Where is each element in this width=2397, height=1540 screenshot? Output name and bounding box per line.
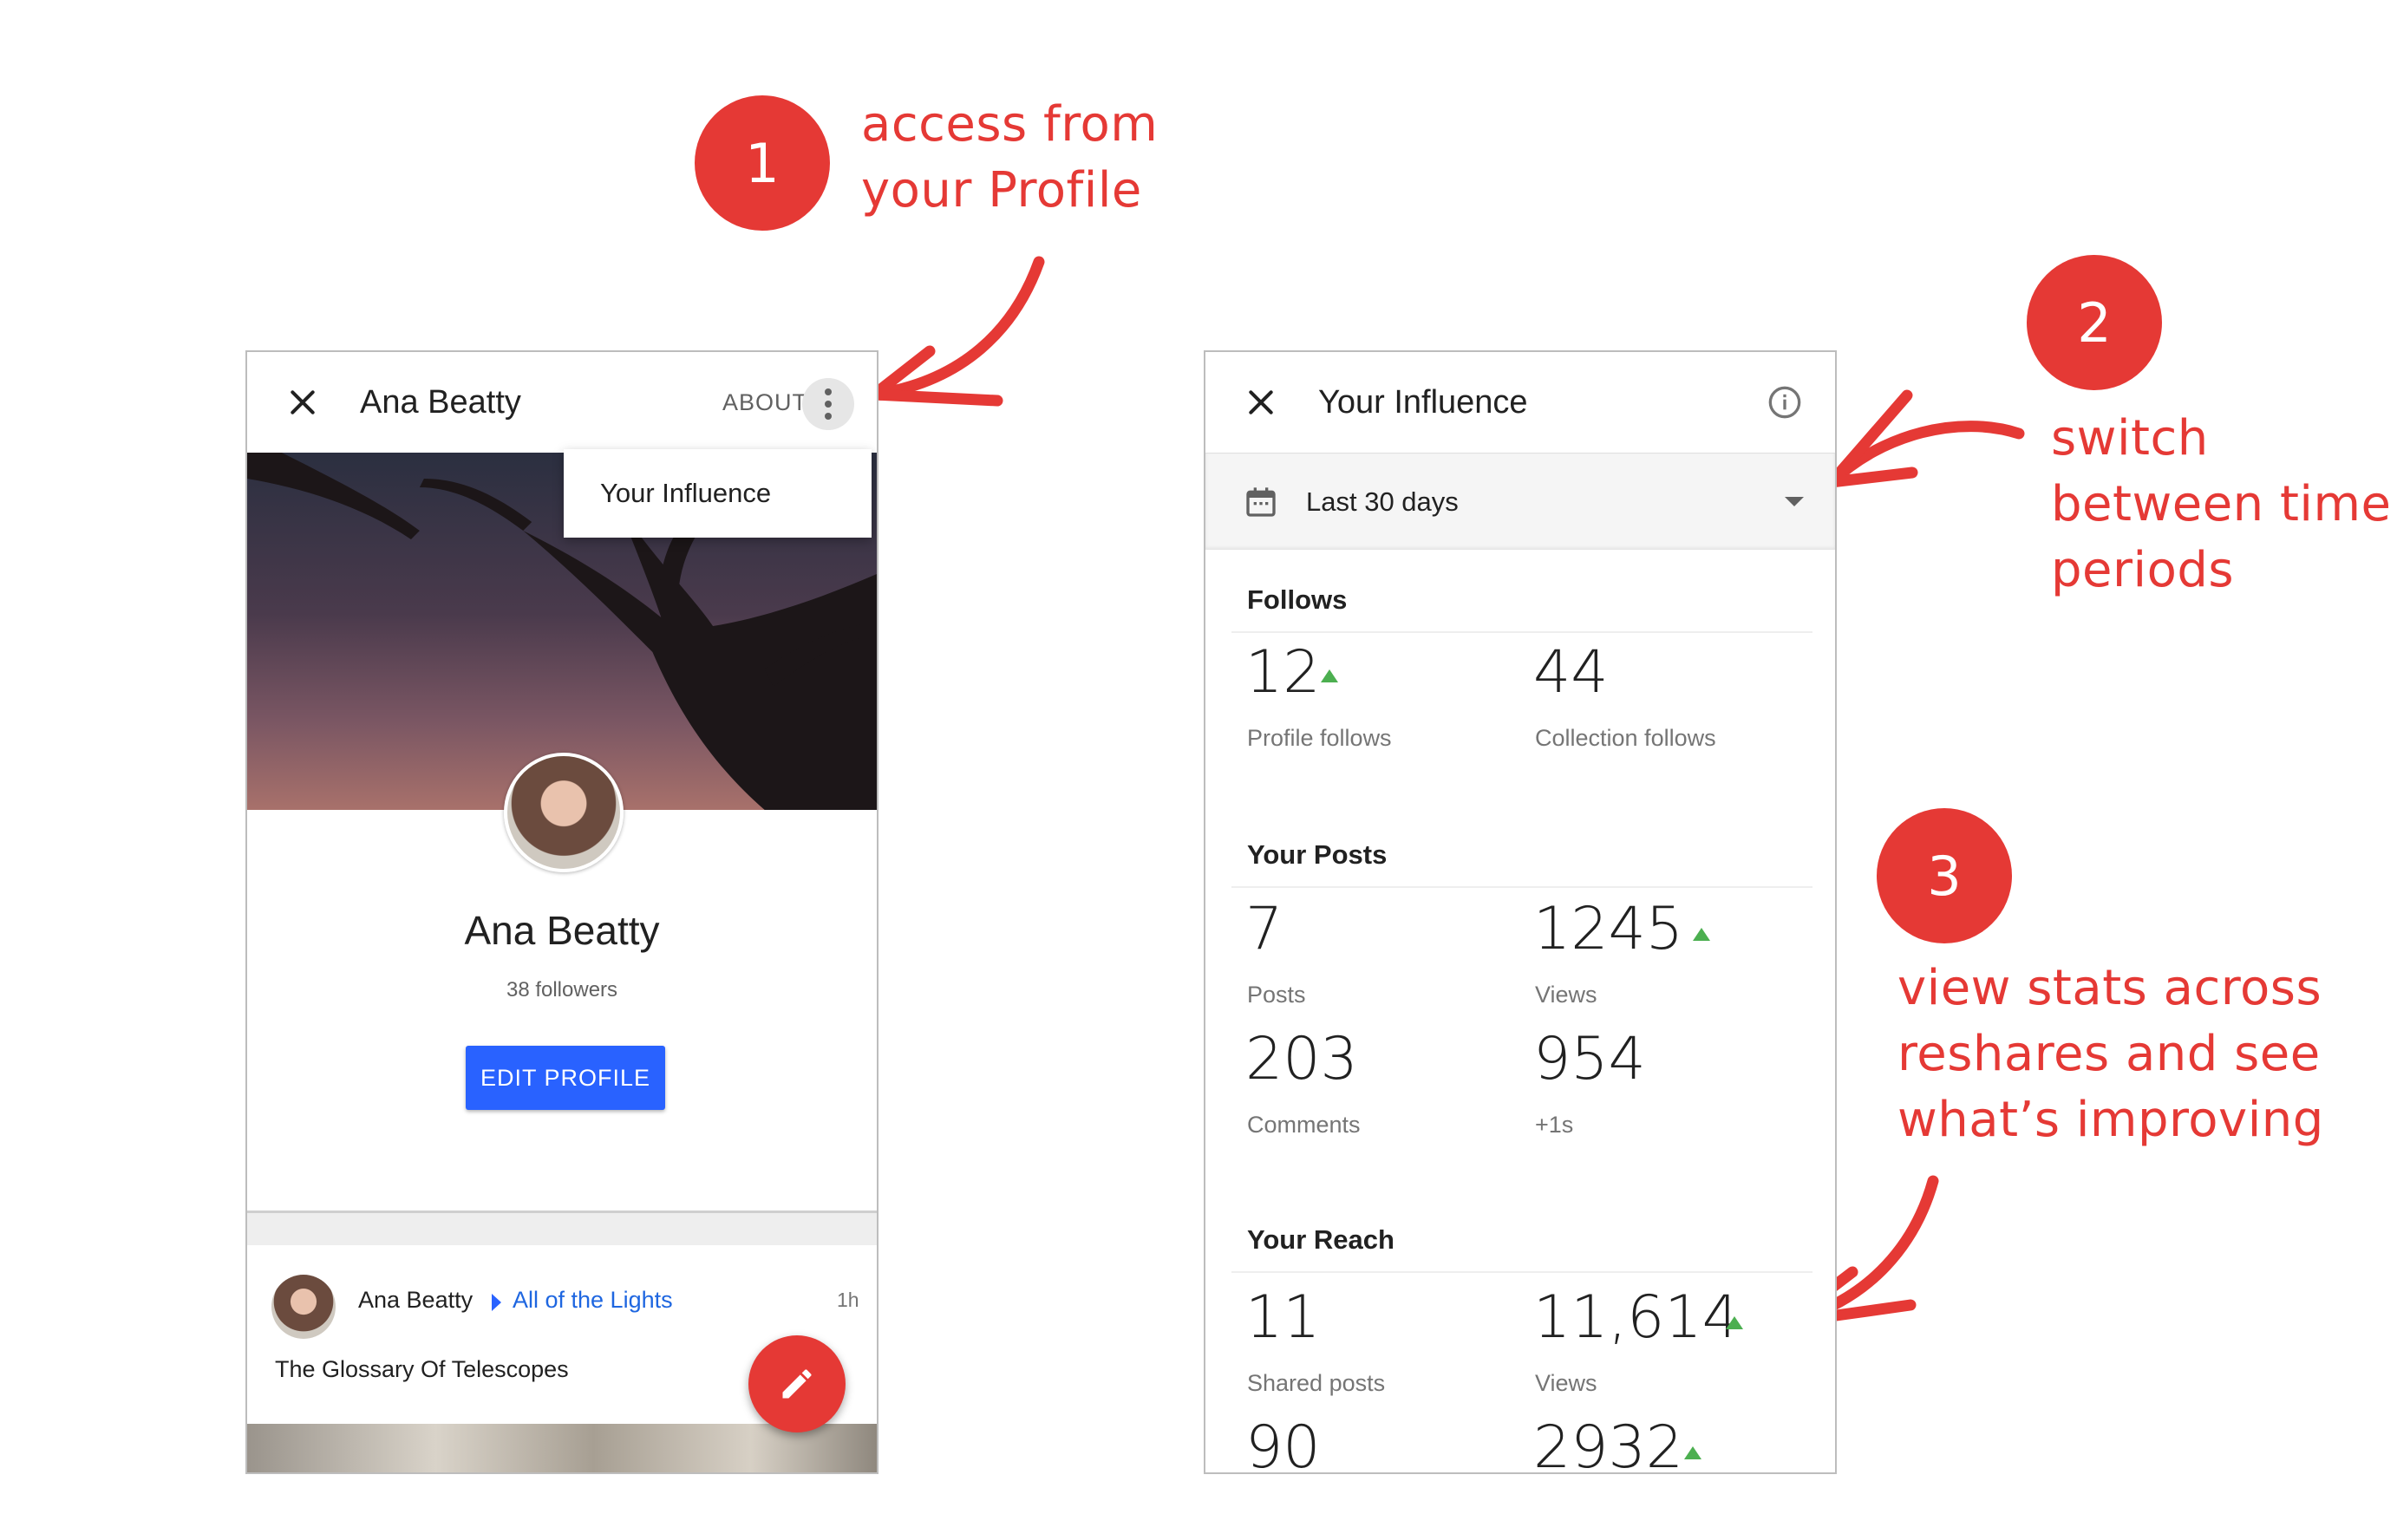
follower-count: 38 followers — [506, 978, 618, 1002]
stat-reach-extra-2-value: 2932 — [1533, 1413, 1684, 1474]
influence-title: Your Influence — [1318, 384, 1528, 421]
time-range-selector[interactable]: Last 30 days — [1205, 453, 1835, 550]
edit-pencil-icon — [782, 1369, 812, 1399]
annotation-caption-1: access from your Profile — [861, 96, 1159, 219]
profile-screen: Ana Beatty ABOUT Your Influence Ana Beat… — [245, 350, 878, 1474]
post-timestamp: 1h — [837, 1289, 859, 1311]
dropdown-arrow-icon — [1785, 497, 1804, 506]
more-options-button[interactable] — [802, 378, 854, 430]
edit-profile-button[interactable]: EDIT PROFILE — [466, 1046, 665, 1110]
arrow-2 — [1826, 421, 2025, 488]
stat-post-views-value: 1245 — [1533, 895, 1684, 963]
stat-profile-follows-value: 12 — [1245, 638, 1321, 707]
stat-collection-follows-value: 44 — [1533, 638, 1609, 707]
stat-reach-extra-1-value: 90 — [1245, 1413, 1321, 1474]
trend-up-icon — [1726, 1316, 1743, 1329]
close-icon[interactable] — [1244, 385, 1278, 420]
annotation-caption-3: view stats across reshares and see what’… — [1897, 960, 2324, 1148]
post-collection-link[interactable]: All of the Lights — [513, 1287, 673, 1314]
stat-collection-follows-label: Collection follows — [1535, 725, 1716, 751]
close-icon[interactable] — [285, 385, 320, 420]
post-author[interactable]: Ana Beatty — [358, 1287, 473, 1314]
section-follows-rule — [1231, 631, 1812, 633]
arrow-1 — [868, 256, 1045, 401]
info-icon[interactable] — [1767, 385, 1802, 420]
stat-plus-ones-value: 954 — [1533, 1025, 1646, 1093]
stat-shared-posts-value: 11 — [1245, 1283, 1321, 1352]
post-text: The Glossary Of Telescopes — [275, 1356, 569, 1382]
influence-app-bar: Your Influence — [1205, 352, 1835, 453]
stat-shared-posts-label: Shared posts — [1247, 1370, 1386, 1396]
profile-name: Ana Beatty — [464, 908, 660, 953]
section-posts-rule — [1231, 886, 1812, 888]
profile-app-bar: Ana Beatty ABOUT — [247, 352, 877, 453]
trend-up-icon — [1693, 928, 1710, 941]
arrow-2-head — [1818, 389, 1918, 490]
arrow-right-icon — [492, 1294, 501, 1311]
stat-posts-value: 7 — [1245, 895, 1283, 963]
stat-profile-follows-label: Profile follows — [1247, 725, 1392, 751]
time-range-label: Last 30 days — [1306, 486, 1459, 517]
stat-reach-views-value: 11,614 — [1533, 1283, 1740, 1352]
section-reach-rule — [1231, 1271, 1812, 1273]
stat-comments-value: 203 — [1245, 1025, 1358, 1093]
annotation-badge-3: 3 — [1877, 808, 2012, 943]
section-reach-title: Your Reach — [1247, 1224, 1394, 1255]
compose-fab[interactable] — [748, 1335, 846, 1432]
profile-title: Ana Beatty — [360, 384, 521, 421]
annotation-caption-2: switch between time periods — [2051, 410, 2392, 598]
section-posts-title: Your Posts — [1247, 839, 1388, 870]
post-author-avatar[interactable] — [271, 1275, 336, 1339]
annotation-badge-1: 1 — [695, 95, 830, 231]
influence-screen: Your Influence Last 30 days Follows 12 P… — [1204, 350, 1837, 1474]
trend-up-icon — [1684, 1446, 1701, 1459]
trend-up-icon — [1321, 669, 1338, 682]
stat-reach-views-label: Views — [1535, 1370, 1597, 1396]
annotation-badge-2: 2 — [2027, 255, 2162, 390]
section-follows-title: Follows — [1247, 584, 1348, 615]
stat-comments-label: Comments — [1247, 1112, 1361, 1138]
more-vert-icon — [825, 388, 832, 420]
stat-posts-label: Posts — [1247, 982, 1306, 1008]
profile-avatar — [504, 753, 624, 872]
stat-plus-ones-label: +1s — [1535, 1112, 1574, 1138]
about-tab[interactable]: ABOUT — [722, 352, 807, 453]
arrow-1-head — [859, 345, 1003, 407]
post-image[interactable] — [247, 1424, 877, 1472]
stat-post-views-label: Views — [1535, 982, 1597, 1008]
section-divider — [247, 1210, 877, 1245]
calendar-icon — [1246, 487, 1276, 517]
overflow-menu: Your Influence — [564, 449, 872, 538]
menu-item-your-influence[interactable]: Your Influence — [600, 449, 771, 538]
